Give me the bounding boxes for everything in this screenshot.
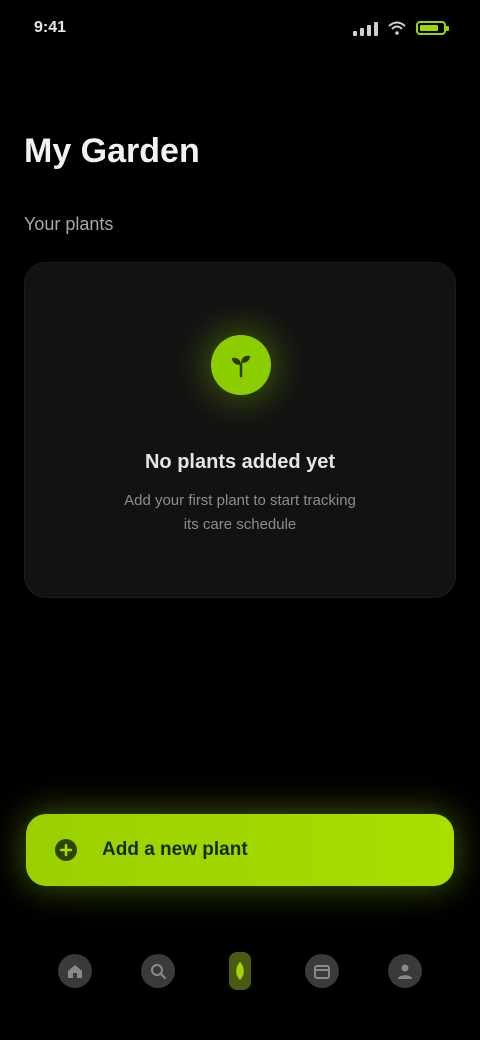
plus-icon xyxy=(54,838,78,862)
home-icon xyxy=(58,954,93,988)
wifi-icon xyxy=(388,21,406,35)
battery-fill xyxy=(420,25,438,31)
status-right xyxy=(353,20,449,36)
tab-calendar[interactable] xyxy=(300,939,344,1003)
battery-icon xyxy=(416,21,449,35)
status-bar: 9:41 xyxy=(0,0,480,56)
sprout-icon xyxy=(211,335,271,395)
leaf-icon xyxy=(228,952,251,990)
empty-state-title: No plants added yet xyxy=(144,451,336,473)
page-title: My Garden xyxy=(24,132,200,170)
page-subtitle: Your plants xyxy=(24,214,114,234)
search-icon xyxy=(140,954,175,988)
empty-state-body: Add your first plant to start tracking i… xyxy=(124,492,356,533)
tab-garden[interactable] xyxy=(218,939,262,1003)
add-plant-button[interactable]: Add a new plant xyxy=(26,814,454,886)
signal-icon xyxy=(353,20,378,36)
tab-profile[interactable] xyxy=(383,939,427,1003)
status-time: 9:41 xyxy=(34,19,67,36)
tab-home[interactable] xyxy=(53,939,97,1003)
user-icon xyxy=(387,954,422,988)
calendar-icon xyxy=(305,954,340,988)
bottom-tab-bar xyxy=(0,930,480,1012)
add-plant-label: Add a new plant xyxy=(102,839,248,860)
status-left: 9:41 xyxy=(34,19,66,37)
empty-state-card: No plants added yet Add your first plant… xyxy=(24,262,456,598)
tab-search[interactable] xyxy=(136,939,180,1003)
